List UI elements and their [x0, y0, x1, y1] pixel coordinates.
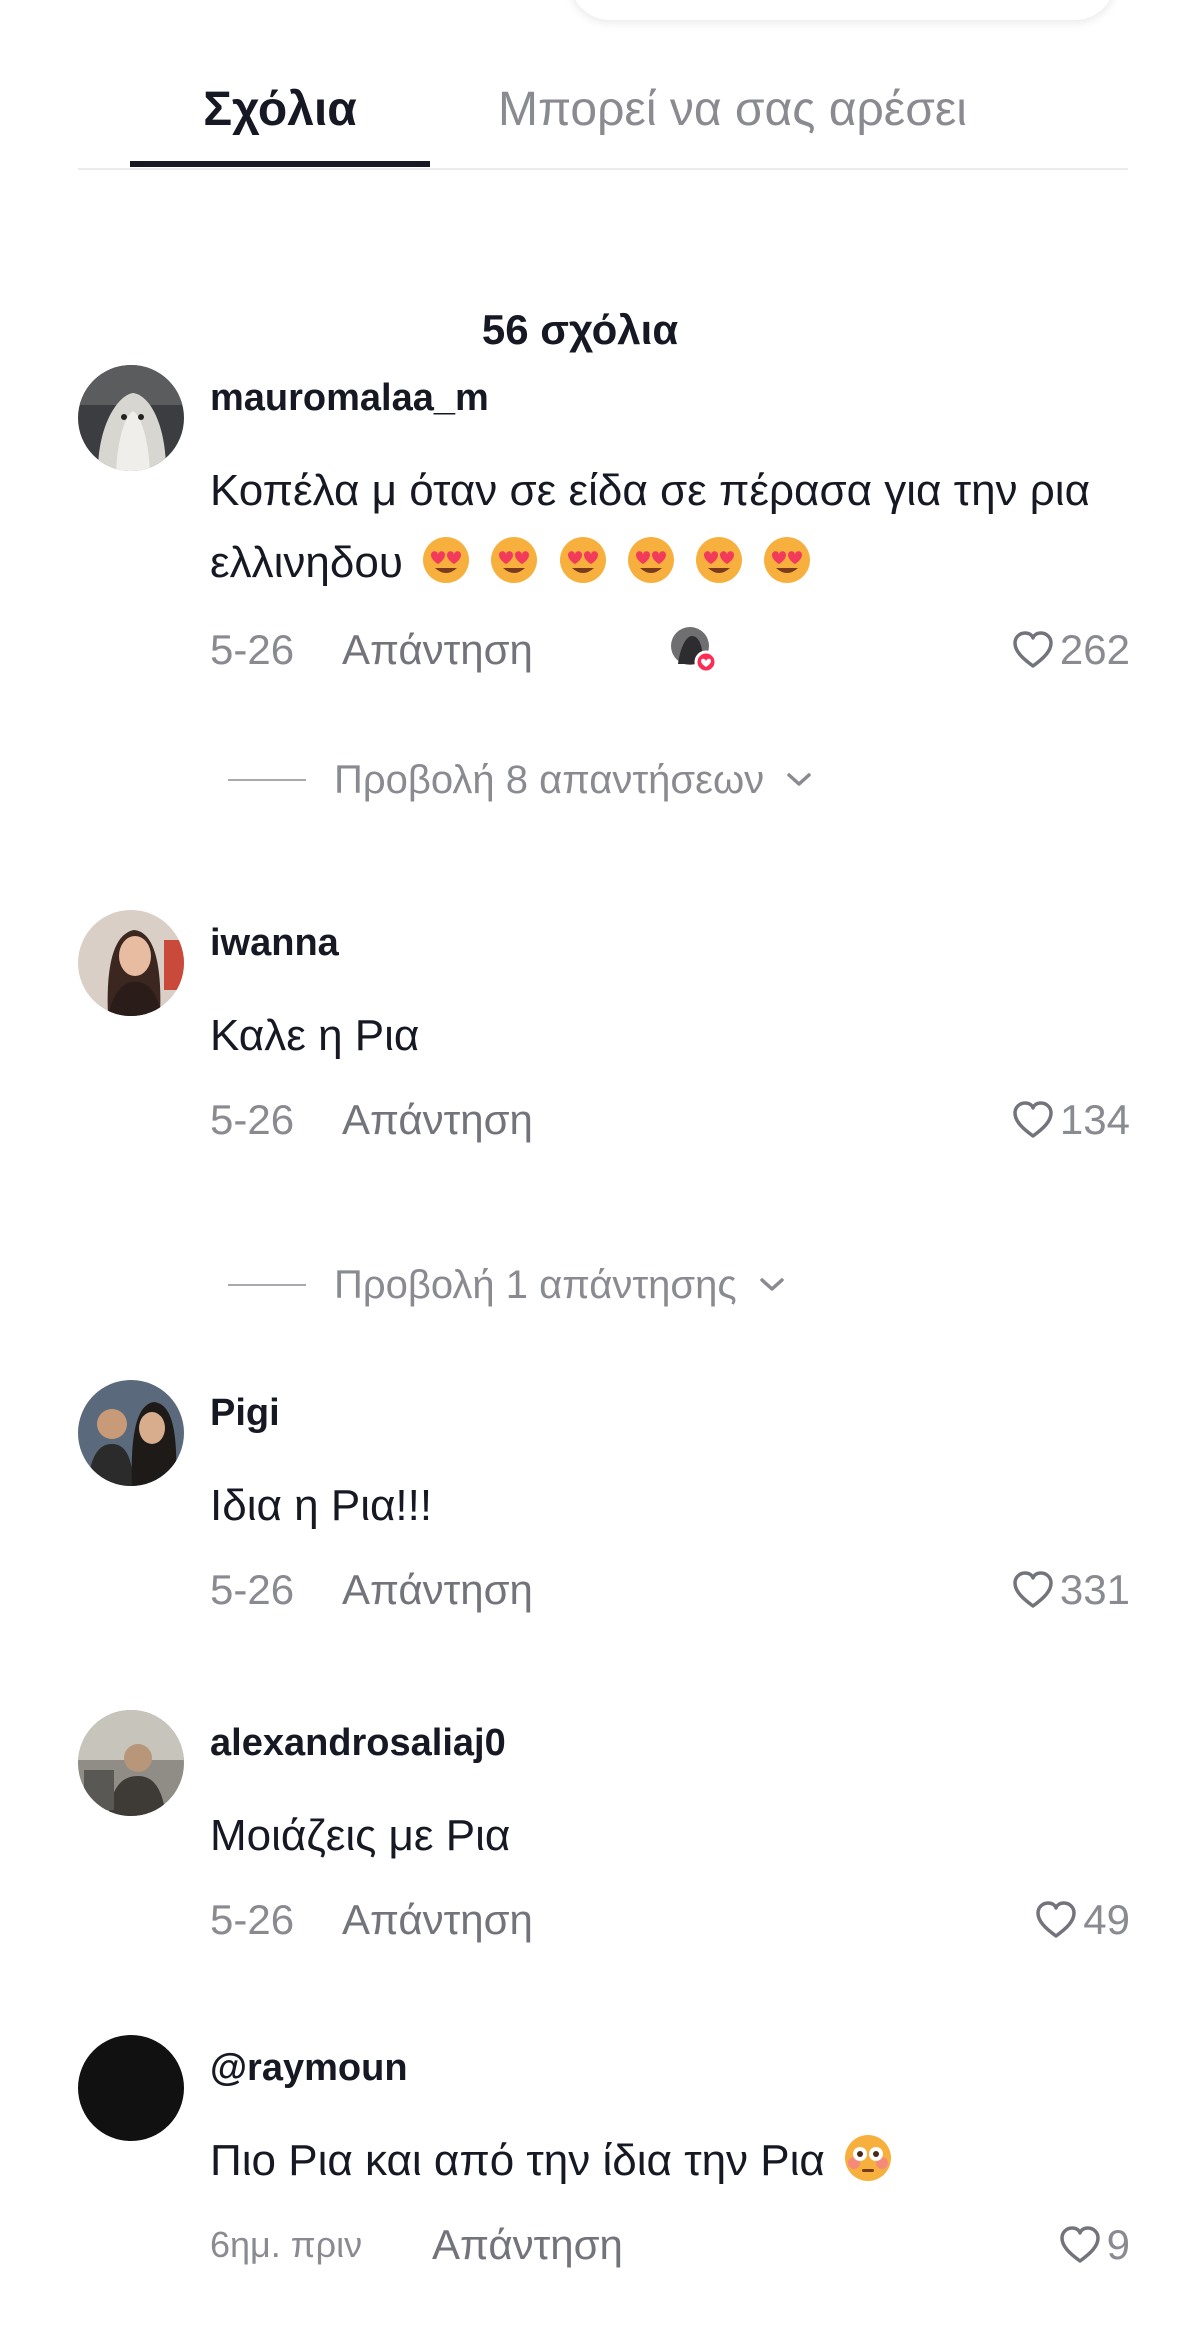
- comment-text: Κοπέλα μ όταν σε είδα σε πέρασα για την …: [210, 455, 1130, 599]
- like-count: 262: [1059, 626, 1130, 673]
- comment-text-content: Πιο Ρια και από την ίδια την Ρια: [210, 2136, 825, 2185]
- avatar[interactable]: [78, 910, 184, 1016]
- comment-date: 5-26: [210, 626, 295, 673]
- comment-date: 5-26: [210, 1896, 295, 1943]
- comment-meta: 6ημ. πριν Απάντηση 9: [210, 2215, 1130, 2275]
- reply-button[interactable]: Απάντηση: [342, 1090, 533, 1150]
- heart-icon: [1059, 2226, 1100, 2263]
- comment-text: Πιο Ρια και από την ίδια την Ρια: [210, 2125, 1130, 2197]
- avatar[interactable]: [78, 1710, 184, 1816]
- heart-eyes-emoji-icon: [491, 537, 538, 583]
- comment-item: iwanna Καλε η Ρια 5-26 Απάντηση 134 Προβ…: [78, 910, 1130, 1310]
- view-replies-label: Προβολή 8 απαντήσεων: [334, 757, 765, 802]
- flushed-emoji-icon: [845, 2135, 892, 2181]
- like-count: 49: [1083, 1896, 1130, 1943]
- heart-eyes-emoji-icon: [764, 537, 811, 583]
- comment-date: 5-26: [210, 1096, 295, 1143]
- avatar[interactable]: [78, 2035, 184, 2141]
- comment-item: @raymoun Πιο Ρια και από την ίδια την Ρι…: [78, 2035, 1130, 2295]
- comment-meta: 5-26 Απάντηση 262: [210, 620, 1130, 680]
- like-button[interactable]: 262: [1012, 620, 1130, 680]
- view-replies-button[interactable]: Προβολή 8 απαντήσεων: [228, 750, 812, 810]
- like-button[interactable]: 49: [1035, 1890, 1130, 1950]
- heart-eyes-emoji-icon: [627, 537, 674, 583]
- comment-meta: 5-26 Απάντηση 331: [210, 1560, 1130, 1620]
- chevron-down-icon: [759, 1278, 784, 1291]
- creator-liked-icon: [671, 627, 718, 674]
- view-replies-button[interactable]: Προβολή 1 απάντησης: [228, 1255, 785, 1315]
- like-button[interactable]: 331: [1012, 1560, 1130, 1620]
- like-count: 331: [1059, 1566, 1130, 1613]
- heart-icon: [1036, 1901, 1077, 1938]
- heart-eyes-emoji-icon: [423, 537, 470, 583]
- comment-count: 56 σχόλια: [481, 306, 679, 353]
- like-count: 9: [1106, 2221, 1130, 2268]
- heart-icon: [1013, 1101, 1053, 1138]
- comment-meta: 5-26 Απάντηση 134: [210, 1090, 1130, 1150]
- reply-button[interactable]: Απάντηση: [342, 1560, 533, 1620]
- comment-username[interactable]: alexandrosaliaj0: [210, 1718, 506, 1768]
- tab-you-may-like[interactable]: Μπορεί να σας αρέσει: [498, 70, 967, 150]
- heart-eyes-emoji-icon: [696, 537, 743, 583]
- like-button[interactable]: 134: [1012, 1090, 1130, 1150]
- comment-text: Ιδια η Ρια!!!: [210, 1481, 433, 1530]
- reply-button[interactable]: Απάντηση: [342, 1890, 533, 1950]
- comment-tabs: Σχόλια Μπορεί να σας αρέσει: [78, 60, 1128, 170]
- comment-text: Μοιάζεις με Ρια: [210, 1811, 511, 1860]
- search-bar-edge: [570, 0, 1115, 20]
- reply-button[interactable]: Απάντηση: [342, 620, 533, 680]
- comment-date: 6ημ. πριν: [210, 2224, 363, 2265]
- reply-button[interactable]: Απάντηση: [432, 2215, 623, 2275]
- comment-username[interactable]: iwanna: [210, 918, 339, 968]
- heart-icon: [1013, 631, 1053, 668]
- avatar[interactable]: [78, 365, 184, 471]
- like-button[interactable]: 9: [1059, 2215, 1130, 2275]
- comment-username[interactable]: @raymoun: [210, 2043, 408, 2093]
- comment-item: Pigi Ιδια η Ρια!!! 5-26 Απάντηση 331: [78, 1380, 1130, 1640]
- avatar[interactable]: [78, 1380, 184, 1486]
- comment-item: alexandrosaliaj0 Μοιάζεις με Ρια 5-26 Απ…: [78, 1710, 1130, 1970]
- divider-line: [228, 1284, 306, 1286]
- view-replies-label: Προβολή 1 απάντησης: [334, 1262, 737, 1307]
- comment-text: Καλε η Ρια: [210, 1011, 420, 1060]
- heart-icon: [1013, 1571, 1053, 1608]
- divider-line: [228, 779, 306, 781]
- comment-item: mauromalaa_m Κοπέλα μ όταν σε είδα σε πέ…: [78, 365, 1130, 835]
- comment-date: 5-26: [210, 1566, 295, 1613]
- comment-username[interactable]: mauromalaa_m: [210, 373, 489, 423]
- like-count: 134: [1059, 1096, 1130, 1143]
- chevron-down-icon: [787, 773, 811, 786]
- active-tab-indicator: [130, 161, 430, 167]
- comment-username[interactable]: Pigi: [210, 1388, 280, 1438]
- tab-comments[interactable]: Σχόλια: [130, 70, 430, 150]
- heart-eyes-emoji-icon: [559, 537, 606, 583]
- comment-meta: 5-26 Απάντηση 49: [210, 1890, 1130, 1950]
